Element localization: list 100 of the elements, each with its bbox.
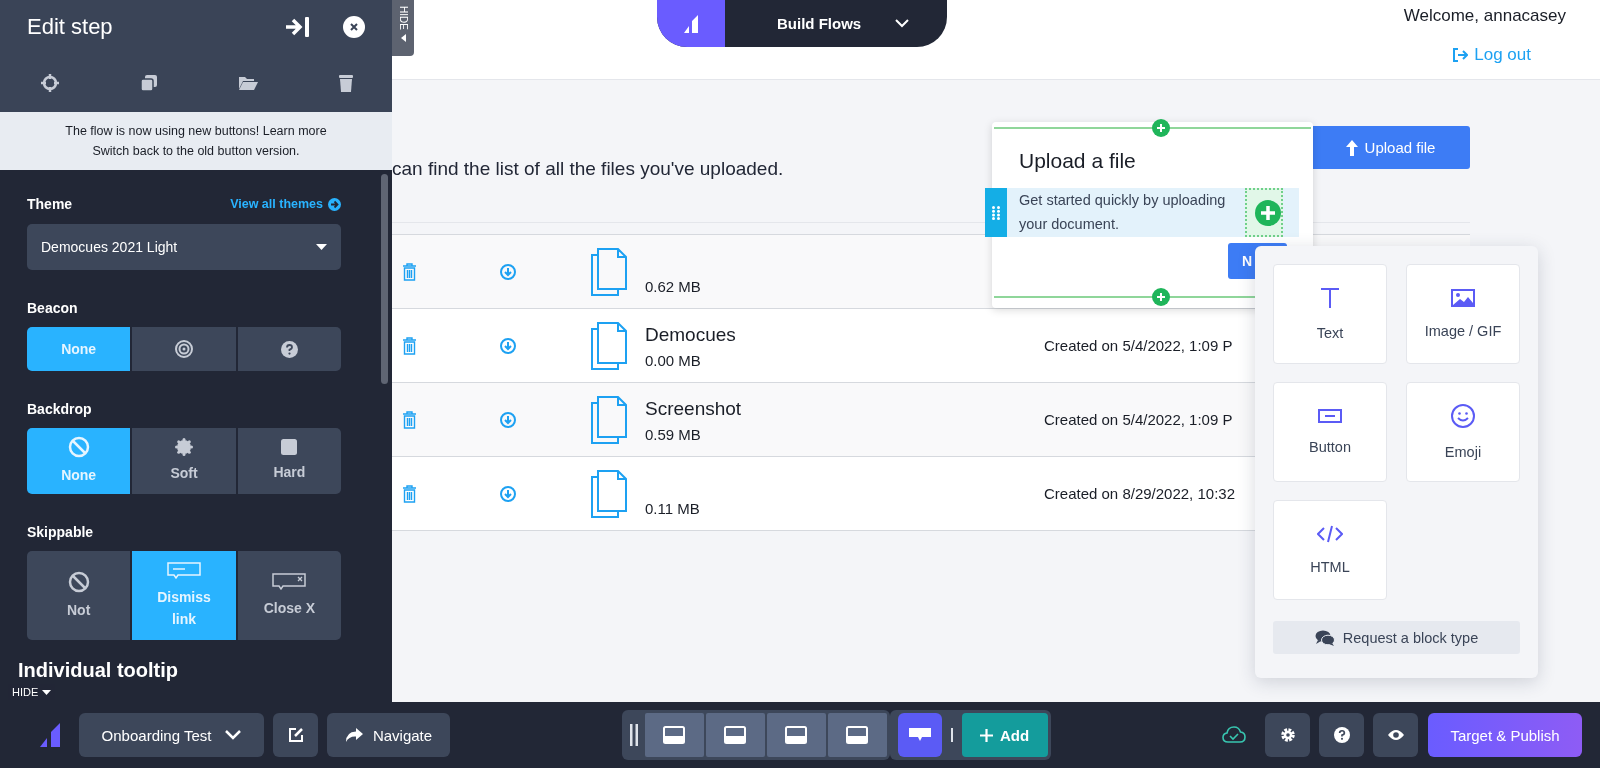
eye-icon xyxy=(1386,729,1405,741)
step-type-button[interactable] xyxy=(644,713,704,757)
plus-icon xyxy=(979,728,993,742)
created-date: Created on 8/29/2022, 10:32 xyxy=(1044,485,1235,502)
button-shape-icon xyxy=(1318,409,1342,423)
drop-zone[interactable] xyxy=(1245,188,1283,237)
file-name: Screenshot xyxy=(645,398,743,420)
step-type-button[interactable] xyxy=(897,713,942,757)
section-heading: Individual tooltip xyxy=(18,659,178,682)
section-label: Theme xyxy=(27,196,73,212)
code-icon xyxy=(1317,525,1343,543)
caret-icon xyxy=(42,689,52,695)
created-date: Created on 5/4/2022, 1:09 P xyxy=(1044,411,1233,428)
close-icon[interactable] xyxy=(343,16,365,38)
theme-dropdown[interactable]: Democues 2021 Light xyxy=(27,224,341,270)
trash-icon[interactable] xyxy=(402,262,417,281)
step-type-button[interactable] xyxy=(766,713,826,757)
option-button[interactable] xyxy=(237,327,341,371)
learn-more-link[interactable]: Learn more xyxy=(262,124,327,138)
chevron-icon xyxy=(895,19,910,28)
chevron-icon xyxy=(225,730,242,740)
flow-menu-label: Build Flows xyxy=(777,15,862,32)
created-date: Created on 5/4/2022, 1:09 P xyxy=(1044,337,1233,354)
target-publish-button[interactable]: Target & Publish xyxy=(1428,713,1582,757)
document-icon xyxy=(590,468,628,519)
trash-icon[interactable] xyxy=(338,74,353,92)
copy-icon[interactable] xyxy=(139,74,158,92)
bottom-bar-icon xyxy=(663,726,685,744)
document-icon xyxy=(590,246,628,297)
crosshair-icon[interactable] xyxy=(41,74,59,92)
switch-back-link[interactable]: Switch back xyxy=(92,144,160,158)
gear-icon xyxy=(1279,727,1296,743)
logo-icon[interactable] xyxy=(40,723,60,747)
folder-icon[interactable] xyxy=(238,75,259,91)
section-label: Skippable xyxy=(27,524,95,540)
collapse-icon[interactable] xyxy=(285,16,311,38)
step-type-button[interactable] xyxy=(705,713,765,757)
option-button[interactable] xyxy=(132,327,236,371)
scrollbar[interactable] xyxy=(381,174,388,384)
navigate-button[interactable]: Navigate xyxy=(327,713,450,757)
block-type-option[interactable]: Emoji xyxy=(1406,382,1520,482)
file-size: 0.59 MB xyxy=(645,426,702,443)
edit-button[interactable] xyxy=(273,713,318,757)
arrow-circle-icon xyxy=(328,197,341,211)
download-icon[interactable] xyxy=(500,485,516,502)
speech-bubble-close-icon xyxy=(272,572,307,591)
logout-icon xyxy=(1452,48,1469,62)
hide-tab[interactable]: HIDE xyxy=(392,0,414,56)
caret-icon xyxy=(400,33,406,42)
upload-file-button[interactable]: Upload file xyxy=(1310,126,1470,169)
section-label: Beacon xyxy=(27,300,79,316)
blur-icon xyxy=(175,438,193,456)
request-block-button[interactable]: Request a block type xyxy=(1273,621,1520,654)
block-type-option[interactable]: Text xyxy=(1273,264,1387,364)
view-themes-link[interactable]: View all themes xyxy=(230,197,341,211)
settings-button[interactable] xyxy=(1265,713,1310,757)
add-icon[interactable] xyxy=(1152,288,1170,306)
insert-line[interactable] xyxy=(994,127,1311,129)
tooltip-title: Upload a file xyxy=(1019,149,1136,173)
tooltip-body: Get started quickly by uploading your document. xyxy=(1018,191,1227,234)
download-icon[interactable] xyxy=(500,411,516,428)
step-type-button[interactable] xyxy=(827,713,887,757)
add-icon[interactable] xyxy=(1255,199,1281,226)
drag-handle[interactable] xyxy=(628,724,639,746)
block-type-option[interactable]: Image / GIF xyxy=(1406,264,1520,364)
document-icon xyxy=(590,320,628,371)
trash-icon[interactable] xyxy=(402,336,417,355)
edit-icon xyxy=(287,727,304,743)
upload-arrow-icon xyxy=(1344,138,1359,157)
bottom-bar-icon xyxy=(724,726,746,744)
option-button[interactable]: Hard xyxy=(237,428,341,494)
block-type-option[interactable]: Button xyxy=(1273,382,1387,482)
help-icon xyxy=(1333,727,1350,743)
chat-icon xyxy=(1314,629,1335,646)
bottom-bar-icon xyxy=(785,726,807,744)
prohibited-icon xyxy=(67,570,90,593)
download-icon[interactable] xyxy=(500,337,516,354)
prohibited-icon xyxy=(67,436,90,458)
add-icon[interactable] xyxy=(1152,119,1170,137)
trash-icon[interactable] xyxy=(402,410,417,429)
help-icon xyxy=(280,340,298,358)
block-type-option[interactable]: HTML xyxy=(1273,500,1387,600)
flow-menu[interactable]: Build Flows xyxy=(657,0,947,47)
preview-button[interactable] xyxy=(1373,713,1418,757)
share-arrow-icon xyxy=(344,728,363,742)
trash-icon[interactable] xyxy=(402,484,417,503)
help-button[interactable] xyxy=(1319,713,1364,757)
welcome-text: Welcome, annacasey xyxy=(1403,6,1566,26)
flow-dropdown[interactable]: Onboarding Test xyxy=(79,713,264,757)
option-button[interactable]: Not xyxy=(27,551,131,640)
document-icon xyxy=(590,394,628,445)
caret-icon xyxy=(316,244,327,250)
option-button[interactable]: Close X xyxy=(237,551,341,640)
smiley-icon xyxy=(1451,404,1475,428)
section-label: Backdrop xyxy=(27,401,93,417)
download-icon[interactable] xyxy=(500,263,516,280)
option-button[interactable]: Soft xyxy=(132,428,236,494)
square-icon xyxy=(281,439,298,455)
page-description: can find the list of all the files you've uploaded. xyxy=(392,158,784,180)
drag-handle[interactable] xyxy=(985,188,1007,237)
